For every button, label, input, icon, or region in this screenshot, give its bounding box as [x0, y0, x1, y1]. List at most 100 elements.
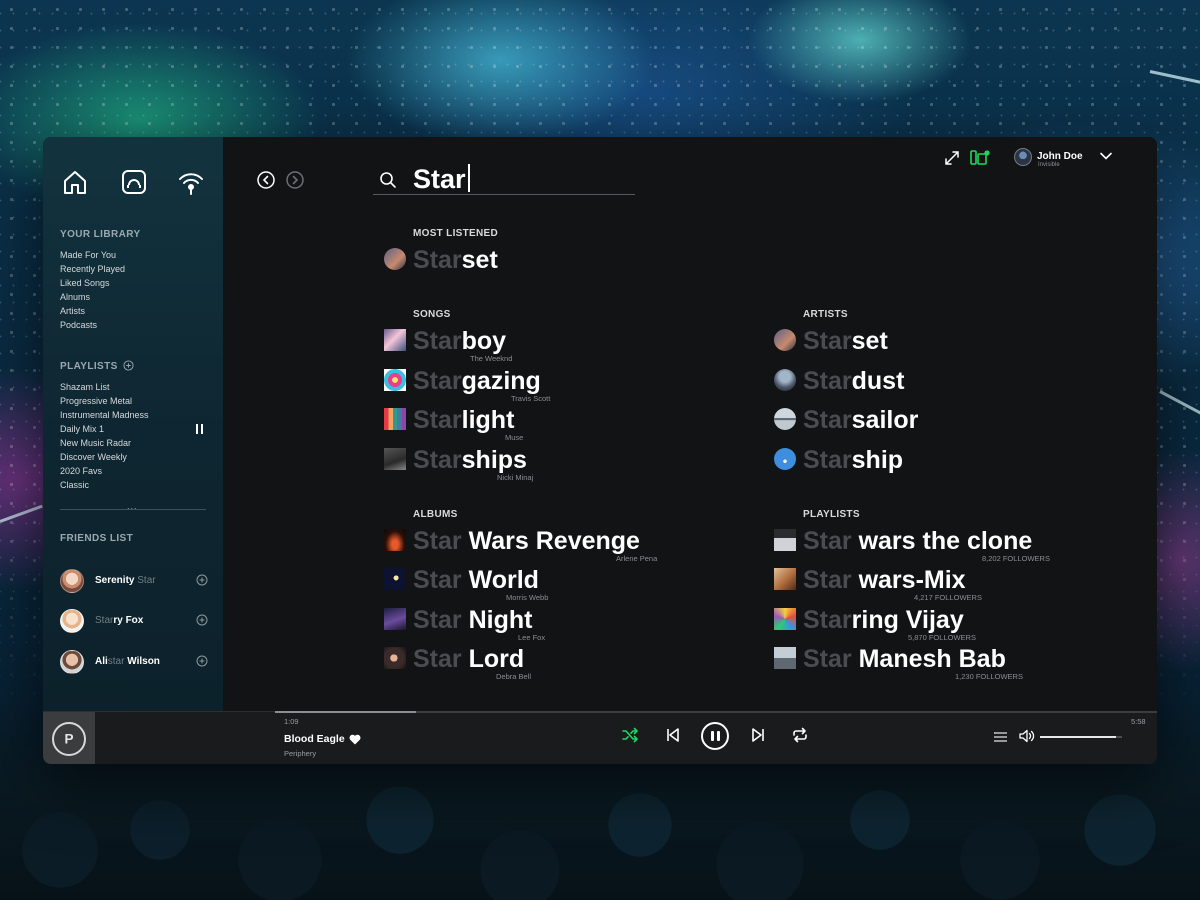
playlist-item[interactable]: Shazam List [60, 380, 149, 394]
friend-item[interactable]: Serenity Star [60, 569, 208, 595]
playlist-result[interactable]: Starring Vijay 5,870 FOLLOWERS [774, 606, 1104, 646]
library-item[interactable]: Liked Songs [60, 276, 125, 290]
result-subtitle: Lee Fox [518, 633, 546, 642]
user-status: Invisible [1038, 162, 1060, 168]
previous-track-icon[interactable] [664, 726, 682, 744]
light-beam [1159, 390, 1200, 417]
add-friend-icon[interactable] [196, 614, 208, 626]
album-cover [384, 529, 406, 551]
next-track-icon[interactable] [749, 726, 767, 744]
expand-icon[interactable] [944, 150, 960, 166]
add-friend-icon[interactable] [196, 655, 208, 667]
main-content: Star John Doe Invisible MOST LISTENED St… [223, 137, 1157, 711]
result-subtitle: Nicki Minaj [497, 473, 534, 482]
artist-result[interactable]: Starship [774, 446, 1074, 486]
library-item[interactable]: Alnums [60, 290, 125, 304]
volume-slider[interactable] [1040, 736, 1122, 738]
album-result[interactable]: Star Lord Debra Bell [384, 645, 744, 685]
pause-button[interactable] [701, 722, 729, 750]
library-item[interactable]: Recently Played [60, 262, 125, 276]
album-cover [384, 369, 406, 391]
add-friend-icon[interactable] [196, 574, 208, 586]
result-title: Starboy [413, 327, 507, 355]
player-bar: P 1:09 5:58 Blood Eagle Periphery [43, 711, 1157, 764]
chevron-down-icon[interactable] [1100, 151, 1112, 161]
playlist-item[interactable]: Classic [60, 478, 149, 492]
now-playing-album-art[interactable]: P [43, 712, 95, 764]
playlist-result[interactable]: Star wars-Mix 4,217 FOLLOWERS [774, 566, 1104, 606]
playlist-list: Shazam List Progressive Metal Instrument… [60, 380, 149, 492]
result-title: Starsailor [803, 406, 919, 434]
library-heading: YOUR LIBRARY [60, 229, 141, 240]
track-title[interactable]: Blood Eagle [284, 733, 345, 745]
playlist-result[interactable]: Star wars the clone 8,202 FOLLOWERS [774, 527, 1104, 567]
album-cover [384, 608, 406, 630]
artist-result[interactable]: Starset [774, 327, 1074, 367]
top-right-controls: John Doe Invisible [857, 137, 1157, 177]
playlist-item[interactable]: Instrumental Madness [60, 408, 149, 422]
current-time: 1:09 [284, 717, 299, 726]
songs-heading: SONGS [413, 309, 451, 320]
result-title: Star wars-Mix [803, 566, 966, 594]
search-query: Star [413, 164, 470, 195]
app-window: YOUR LIBRARY Made For You Recently Playe… [43, 137, 1157, 764]
artist-result[interactable]: Stardust [774, 367, 1074, 407]
search-icon [380, 172, 396, 188]
result-subtitle: Arlene Pena [616, 554, 658, 563]
user-name[interactable]: John Doe [1037, 151, 1083, 162]
result-title: Star wars the clone [803, 527, 1033, 555]
result-title: Star World [413, 566, 539, 594]
friend-item[interactable]: Starry Fox [60, 609, 208, 635]
add-playlist-icon[interactable] [123, 360, 134, 371]
heart-icon[interactable] [349, 734, 361, 745]
playlist-item[interactable]: Daily Mix 1 [60, 422, 149, 436]
avatar[interactable] [1014, 148, 1032, 166]
connected-device-icon[interactable] [970, 149, 990, 166]
artist-image [774, 369, 796, 391]
playlist-cover [774, 568, 796, 590]
library-item[interactable]: Artists [60, 304, 125, 318]
album-cover [384, 448, 406, 470]
shuffle-icon[interactable] [621, 726, 639, 744]
divider-dots[interactable]: ... [127, 501, 138, 511]
playlist-item[interactable]: Discover Weekly [60, 450, 149, 464]
album-result[interactable]: Star Night Lee Fox [384, 606, 744, 646]
song-result[interactable]: Stargazing Travis Scott [384, 367, 724, 407]
result-title: Starring Vijay [803, 606, 964, 634]
playlist-item[interactable]: New Music Radar [60, 436, 149, 450]
home-icon[interactable] [60, 167, 90, 197]
back-arrow-icon[interactable] [257, 171, 275, 189]
playlists-heading: PLAYLISTS [60, 361, 118, 372]
forward-arrow-icon[interactable] [286, 171, 304, 189]
track-artist[interactable]: Periphery [284, 749, 316, 758]
friend-item[interactable]: Alistar Wilson [60, 650, 208, 676]
album-result[interactable]: Star Wars Revenge Arlene Pena [384, 527, 744, 567]
radio-icon[interactable] [119, 167, 149, 197]
song-result[interactable]: Starlight Muse [384, 406, 724, 446]
friend-name: Serenity Star [95, 575, 156, 586]
library-item[interactable]: Made For You [60, 248, 125, 262]
queue-icon[interactable] [993, 731, 1008, 743]
light-beam [1149, 70, 1200, 86]
artist-result[interactable]: Starsailor [774, 406, 1074, 446]
most-listened-item[interactable]: Starset [384, 246, 684, 286]
song-result[interactable]: Starboy The Weeknd [384, 327, 724, 367]
volume-icon[interactable] [1019, 729, 1035, 743]
result-title: Starship [803, 446, 904, 474]
song-result[interactable]: Starships Nicki Minaj [384, 446, 724, 486]
artist-image [774, 329, 796, 351]
now-playing-indicator-icon [196, 424, 205, 434]
album-cover [384, 329, 406, 351]
result-subtitle: 5,870 FOLLOWERS [908, 633, 976, 642]
broadcast-icon[interactable] [176, 167, 206, 197]
library-list: Made For You Recently Played Liked Songs… [60, 248, 125, 332]
repeat-icon[interactable] [791, 726, 809, 744]
playlist-result[interactable]: Star Manesh Bab 1,230 FOLLOWERS [774, 645, 1104, 685]
artist-image [774, 408, 796, 430]
library-item[interactable]: Podcasts [60, 318, 125, 332]
progress-bar[interactable] [275, 711, 1157, 713]
playlist-item[interactable]: Progressive Metal [60, 394, 149, 408]
album-result[interactable]: Star World Morris Webb [384, 566, 744, 606]
search-input[interactable]: Star [373, 159, 635, 195]
playlist-item[interactable]: 2020 Favs [60, 464, 149, 478]
